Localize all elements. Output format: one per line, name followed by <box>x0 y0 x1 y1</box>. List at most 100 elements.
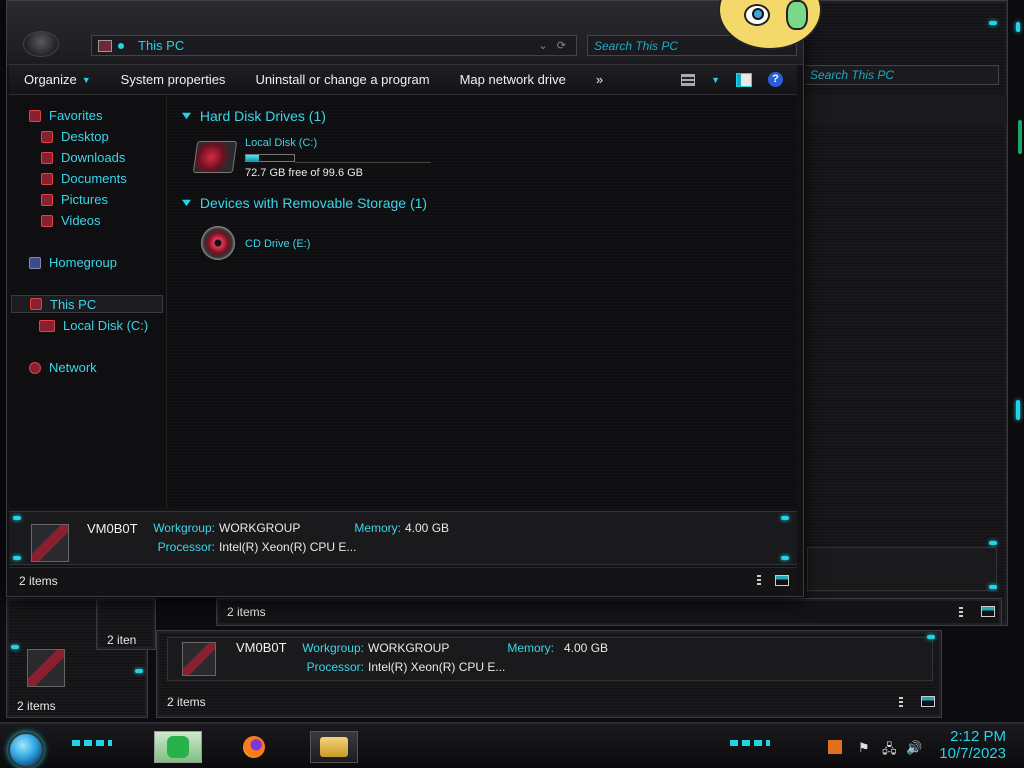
details-view-icon[interactable] <box>899 697 903 708</box>
background-status-strip: 2 items <box>216 598 1002 626</box>
nav-documents-label: Documents <box>61 171 127 186</box>
tiles-view-icon[interactable] <box>775 575 789 586</box>
navigation-pane: Favorites Desktop Downloads Documents Pi… <box>9 96 167 508</box>
folder-icon <box>320 737 348 757</box>
nav-network-label: Network <box>49 360 97 375</box>
background-toolbar <box>797 95 1007 125</box>
group-header-hard-disk-drives[interactable]: ▼ Hard Disk Drives (1) <box>179 108 326 124</box>
homegroup-icon <box>29 256 41 269</box>
system-clock[interactable]: 2:12 PM 10/7/2023 <box>939 728 1006 762</box>
view-options-chevron-icon[interactable]: ▼ <box>711 75 720 85</box>
details-view-icon[interactable] <box>959 607 963 618</box>
group-header-removable-label: Devices with Removable Storage (1) <box>199 195 428 211</box>
nav-desktop[interactable]: Desktop <box>41 129 109 144</box>
map-network-drive-button[interactable]: Map network drive <box>445 65 581 94</box>
background-led <box>927 635 935 639</box>
pictures-icon <box>41 193 53 206</box>
more-commands-button[interactable]: » <box>581 65 618 94</box>
local-disk-free-space: 72.7 GB free of 99.6 GB <box>245 167 364 179</box>
preview-pane-icon[interactable] <box>736 72 752 87</box>
favorites-icon <box>29 109 41 122</box>
clock-date: 10/7/2023 <box>939 745 1006 762</box>
address-dropdown-icon[interactable]: ⌄ ⟳ <box>538 39 566 52</box>
workgroup-value: WORKGROUP <box>368 641 450 655</box>
nav-desktop-label: Desktop <box>61 129 109 144</box>
this-pc-icon <box>30 298 42 310</box>
uninstall-program-button[interactable]: Uninstall or change a program <box>240 65 444 94</box>
address-text: This PC <box>138 38 185 53</box>
local-disk-name[interactable]: Local Disk (C:) <box>245 137 317 149</box>
nav-videos[interactable]: Videos <box>41 213 101 228</box>
computer-thumbnail <box>182 642 216 676</box>
character-horn <box>786 0 808 30</box>
background-led <box>989 585 997 589</box>
nav-this-pc[interactable]: This PC <box>11 295 163 313</box>
memory-value: 4.00 GB <box>405 521 450 535</box>
volume-icon[interactable]: 🔊 <box>906 740 922 756</box>
background-led <box>989 541 997 545</box>
background-led <box>989 21 997 25</box>
nav-network[interactable]: Network <box>29 360 97 375</box>
explorer-window: This PC ⌄ ⟳ Search This PC Organize ▼ Sy… <box>6 0 804 597</box>
hard-drive-icon[interactable] <box>192 141 238 173</box>
edge-led <box>1016 400 1020 420</box>
network-tray-icon[interactable]: 🖧 <box>882 740 897 762</box>
organize-button[interactable]: Organize ▼ <box>9 65 106 94</box>
background-details-pane <box>807 547 997 591</box>
nav-local-disk-label: Local Disk (C:) <box>63 318 149 333</box>
edge-led <box>1016 22 1020 32</box>
cd-drive-icon[interactable] <box>201 226 235 260</box>
character-pupil <box>752 8 764 20</box>
nav-videos-label: Videos <box>61 213 101 228</box>
memory-label: Memory: <box>354 521 401 535</box>
downloads-icon <box>41 151 53 164</box>
background-window-small: 2 iten <box>96 598 156 650</box>
taskbar-accent-right <box>730 740 770 746</box>
nav-local-disk[interactable]: Local Disk (C:) <box>39 318 148 333</box>
nav-pictures[interactable]: Pictures <box>41 192 108 207</box>
nav-documents[interactable]: Documents <box>41 171 127 186</box>
action-center-flag-icon[interactable]: ⚑ <box>858 740 870 756</box>
taskbar-notes-app[interactable] <box>154 731 202 763</box>
group-header-removable-storage[interactable]: ▼ Devices with Removable Storage (1) <box>179 195 428 211</box>
taskbar-firefox[interactable] <box>230 731 278 763</box>
taskbar-file-explorer[interactable] <box>310 731 358 763</box>
details-view-icon[interactable] <box>757 575 761 586</box>
disk-capacity-bar <box>245 154 295 162</box>
notes-app-icon <box>167 736 189 758</box>
change-view-icon[interactable] <box>681 73 696 86</box>
background-window-right: Search This PC <box>796 0 1008 626</box>
background-search-box[interactable]: Search This PC <box>803 65 999 85</box>
breadcrumb-arrow-icon[interactable] <box>118 42 124 49</box>
back-forward-orb[interactable] <box>23 31 59 57</box>
tray-app-icon[interactable] <box>828 740 842 754</box>
edge-led <box>1018 120 1022 154</box>
background-status-text: 2 items <box>17 699 56 713</box>
workgroup-label: Workgroup: <box>153 521 215 535</box>
cd-drive-name[interactable]: CD Drive (E:) <box>245 238 310 250</box>
group-header-hdd-label: Hard Disk Drives (1) <box>199 108 326 124</box>
nav-favorites-label: Favorites <box>49 108 103 123</box>
tiles-view-icon[interactable] <box>981 606 995 617</box>
nav-pictures-label: Pictures <box>61 192 108 207</box>
background-led <box>135 669 143 673</box>
nav-downloads-label: Downloads <box>61 150 126 165</box>
computer-thumbnail <box>31 524 69 562</box>
nav-homegroup[interactable]: Homegroup <box>29 255 117 270</box>
address-bar[interactable]: This PC ⌄ ⟳ <box>91 35 577 56</box>
computer-name: VM0B0T <box>236 640 287 655</box>
nav-favorites[interactable]: Favorites <box>29 108 102 123</box>
nav-downloads[interactable]: Downloads <box>41 150 125 165</box>
details-pane: VM0B0T Workgroup: WORKGROUP Memory: 4.00… <box>9 511 797 565</box>
chevron-down-icon: ▼ <box>81 74 91 85</box>
hard-drive-icon <box>39 319 55 332</box>
system-properties-button[interactable]: System properties <box>106 65 241 94</box>
background-led <box>11 645 19 649</box>
start-button[interactable] <box>8 732 44 768</box>
videos-icon <box>41 214 53 227</box>
desktop-icon <box>41 130 53 143</box>
tiles-view-icon[interactable] <box>921 696 935 707</box>
organize-label: Organize <box>24 72 77 87</box>
help-icon[interactable]: ? <box>768 72 783 87</box>
processor-label: Processor: <box>157 540 215 554</box>
